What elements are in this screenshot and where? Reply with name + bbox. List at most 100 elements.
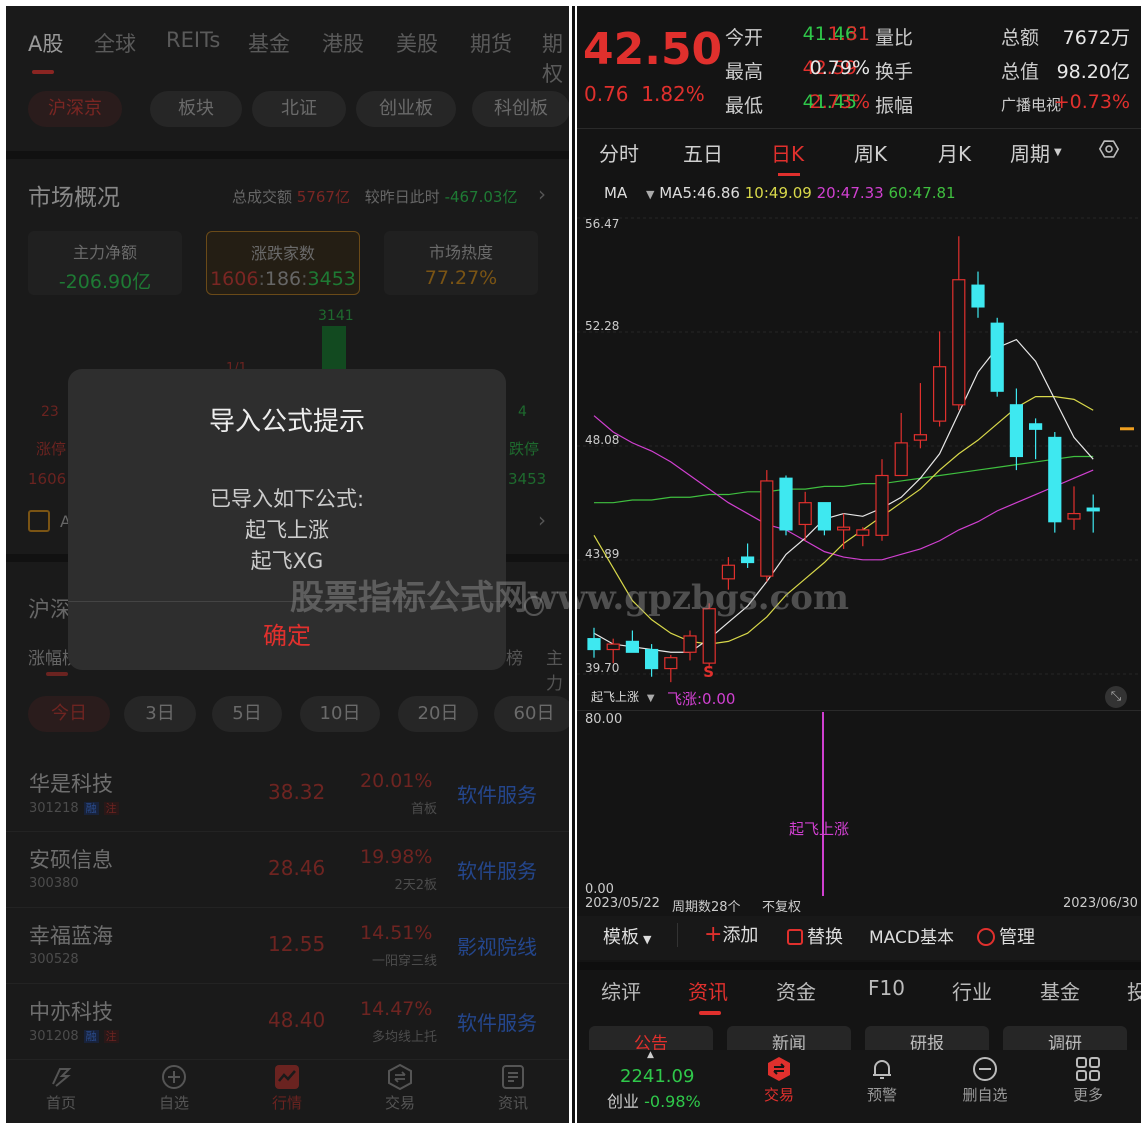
stock-tag-text: 2天2板 bbox=[394, 878, 437, 893]
top-tab[interactable]: 全球 bbox=[94, 28, 136, 58]
ranking-tab-more[interactable]: 榜 bbox=[506, 644, 523, 669]
manage-button[interactable]: 管理 bbox=[977, 923, 1035, 949]
index-info[interactable]: 创业 -0.98% bbox=[607, 1088, 701, 1112]
ranking-tab-main[interactable]: 主力 bbox=[546, 644, 569, 694]
divider bbox=[577, 128, 1141, 129]
active-tab-indicator bbox=[32, 70, 54, 74]
compare-label: 较昨日此时 bbox=[364, 188, 440, 206]
info-tab[interactable]: 综评 bbox=[601, 976, 641, 1005]
stock-sector[interactable]: 软件服务 bbox=[457, 1007, 537, 1036]
top-tab[interactable]: 期货 bbox=[470, 28, 512, 58]
nav-remove-watchlist[interactable]: 删自选 bbox=[935, 1056, 1035, 1105]
list-icon[interactable] bbox=[28, 510, 50, 532]
nav-label: 首页 bbox=[45, 1094, 76, 1112]
stock-sector[interactable]: 软件服务 bbox=[457, 779, 537, 808]
settings-icon[interactable] bbox=[1095, 135, 1122, 162]
card-value: -206.90亿 bbox=[58, 271, 152, 293]
info-tab[interactable]: 投 bbox=[1127, 976, 1141, 1005]
card-heat[interactable]: 市场热度 77.27% bbox=[384, 231, 538, 295]
nav-watchlist[interactable]: 自选 bbox=[139, 1064, 209, 1113]
stock-sector[interactable]: 软件服务 bbox=[457, 855, 537, 884]
stock-code-line: 300528 bbox=[29, 952, 79, 967]
add-button[interactable]: +添加 bbox=[704, 921, 758, 947]
period-tab[interactable]: 20日 bbox=[398, 696, 478, 732]
replace-icon bbox=[787, 929, 803, 945]
caret-down-icon: ▼ bbox=[645, 188, 655, 201]
period-tab[interactable]: 3日 bbox=[124, 696, 196, 732]
chart-tab[interactable]: 周K bbox=[854, 138, 887, 167]
adjust-mode[interactable]: 不复权 bbox=[762, 896, 801, 915]
nav-trade[interactable]: 交易 bbox=[729, 1056, 829, 1105]
info-tab[interactable]: 资讯 bbox=[688, 976, 728, 1005]
sub-tab[interactable]: 板块 bbox=[150, 91, 242, 127]
replace-button[interactable]: 替换 bbox=[787, 923, 843, 949]
card-net-flow[interactable]: 主力净额 -206.90亿 bbox=[28, 231, 182, 295]
period-tab[interactable]: 今日 bbox=[28, 696, 110, 732]
card-advance-decline[interactable]: 涨跌家数 1606:186:3453 bbox=[206, 231, 360, 295]
nav-more[interactable]: 更多 bbox=[1038, 1056, 1138, 1105]
panel-separator-line bbox=[572, 6, 575, 1123]
right-screen: 42.50 0.76 1.82% 今开 41.46 量比 1.31 总额 7672万 最高 4… bbox=[577, 6, 1141, 1123]
nav-label: 删自选 bbox=[962, 1086, 1008, 1104]
formula-name-1: 起飞上涨 bbox=[245, 518, 329, 542]
candle-body bbox=[875, 474, 889, 536]
info-tab[interactable]: F10 bbox=[868, 976, 905, 1000]
nav-trade[interactable]: 交易 bbox=[365, 1064, 435, 1113]
chart-tab[interactable]: 五日 bbox=[683, 138, 723, 167]
ma60-line bbox=[594, 455, 1094, 504]
chevron-right-icon[interactable]: › bbox=[538, 508, 546, 532]
top-tab[interactable]: A股 bbox=[28, 28, 63, 58]
top-tab[interactable]: 港股 bbox=[322, 28, 364, 58]
period-tab[interactable]: 5日 bbox=[212, 696, 282, 732]
sub-tab[interactable]: 北证 bbox=[252, 91, 346, 127]
sub-tab[interactable]: 科创板 bbox=[472, 91, 569, 127]
stock-tag: 融 bbox=[83, 802, 99, 815]
candle-body bbox=[741, 556, 755, 564]
stock-change: 19.98% bbox=[360, 846, 433, 868]
grid-icon bbox=[1076, 1057, 1100, 1081]
indicator-selector[interactable]: 起飞上涨 ▼ bbox=[591, 688, 655, 705]
top-tab[interactable]: 期权 bbox=[542, 28, 569, 88]
chart-tab[interactable]: 周期 bbox=[1010, 138, 1050, 167]
y-tick-label: 48.08 bbox=[585, 433, 619, 447]
stock-row[interactable]: 华是科技 301218 融注 38.32 20.01% 首板 软件服务 bbox=[6, 756, 569, 832]
stock-row[interactable]: 安硕信息 300380 28.46 19.98% 2天2板 软件服务 bbox=[6, 832, 569, 908]
chart-tab[interactable]: 日K bbox=[771, 138, 804, 167]
stock-code: 301218 bbox=[29, 801, 79, 816]
home-icon bbox=[52, 1068, 72, 1087]
divider bbox=[577, 710, 1141, 711]
ma-legend[interactable]: MA ▼ MA5:46.86 10:49.09 20:47.33 60:47.8… bbox=[604, 184, 956, 202]
stock-name: 华是科技 bbox=[29, 772, 113, 796]
card-title: 涨跌家数 bbox=[250, 244, 315, 263]
top-tab[interactable]: REITs bbox=[166, 28, 220, 52]
top-tab[interactable]: 基金 bbox=[248, 28, 290, 58]
chart-tab[interactable]: 月K bbox=[938, 138, 971, 167]
sub-tab[interactable]: 创业板 bbox=[356, 91, 456, 127]
nav-alert[interactable]: 预警 bbox=[832, 1056, 932, 1105]
template-button[interactable]: 模板 ▼ bbox=[603, 923, 651, 949]
date-start: 2023/05/22 bbox=[585, 896, 660, 911]
index-percent: -0.98% bbox=[644, 1092, 701, 1111]
stat-value: 7672万 bbox=[1062, 27, 1130, 49]
stock-row[interactable]: 中亦科技 301208 融注 48.40 14.47% 多均线上托 软件服务 bbox=[6, 984, 569, 1060]
up-count: 1606 bbox=[210, 268, 259, 290]
top-tab[interactable]: 美股 bbox=[396, 28, 438, 58]
nav-market[interactable]: 行情 bbox=[252, 1064, 322, 1113]
stock-tag-text: 一阳穿三线 bbox=[371, 954, 437, 969]
sub-tab[interactable]: 沪深京 bbox=[28, 91, 122, 127]
macd-button[interactable]: MACD基本 bbox=[869, 923, 954, 948]
expand-icon[interactable]: ⤡ bbox=[1105, 686, 1127, 708]
chevron-right-icon[interactable]: › bbox=[538, 182, 546, 206]
nav-news[interactable]: 资讯 bbox=[478, 1064, 548, 1113]
candle-body bbox=[644, 648, 659, 670]
nav-home[interactable]: 首页 bbox=[26, 1064, 96, 1113]
info-tab[interactable]: 基金 bbox=[1040, 976, 1080, 1005]
period-tab[interactable]: 60日 bbox=[494, 696, 569, 732]
stock-row[interactable]: 幸福蓝海 300528 12.55 14.51% 一阳穿三线 影视院线 bbox=[6, 908, 569, 984]
import-formula-dialog: 导入公式提示 已导入如下公式: 起飞上涨 起飞XG 确定 bbox=[68, 369, 506, 670]
info-tab[interactable]: 行业 bbox=[952, 976, 992, 1005]
stock-sector[interactable]: 影视院线 bbox=[457, 931, 537, 960]
period-tab[interactable]: 10日 bbox=[300, 696, 380, 732]
chart-tab[interactable]: 分时 bbox=[599, 138, 639, 167]
info-tab[interactable]: 资金 bbox=[776, 976, 816, 1005]
